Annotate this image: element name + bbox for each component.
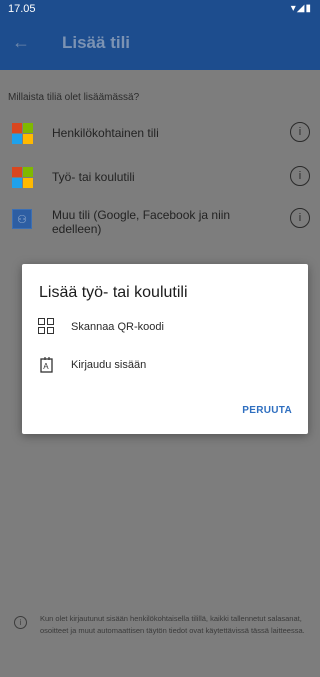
- app-bar: ← Lisää tili: [0, 18, 320, 70]
- dialog-option-label: Skannaa QR-koodi: [71, 321, 164, 333]
- back-arrow-icon[interactable]: ←: [12, 32, 30, 53]
- footer-note-text: Kun olet kirjautunut sisään henkilökohta…: [40, 614, 305, 635]
- page-title: Lisää tili: [62, 33, 131, 52]
- status-bar: 17.05 ▾◢▮: [0, 0, 320, 18]
- dialog-title: Lisää työ- tai koulutili: [39, 284, 188, 301]
- status-icons: ▾◢▮: [290, 3, 312, 14]
- account-type-prompt: Millaista tiliä olet lisäämässä?: [8, 92, 140, 103]
- dialog-option-scan-qr[interactable]: Skannaa QR-koodi: [38, 318, 278, 340]
- info-icon: i: [14, 616, 27, 629]
- dialog-option-label: Kirjaudu sisään: [71, 359, 147, 371]
- footer-info-note: i Kun olet kirjautunut sisään henkilökoh…: [0, 606, 320, 677]
- person-icon: ⚇: [12, 209, 32, 229]
- account-option-label: Muu tili (Google, Facebook ja niin edell…: [52, 208, 231, 236]
- svg-text:A: A: [43, 362, 49, 371]
- add-work-account-dialog: Lisää työ- tai koulutili Skannaa QR-kood…: [22, 264, 308, 434]
- account-option-label: Henkilökohtainen tili: [52, 126, 159, 140]
- qr-code-icon: [38, 318, 56, 336]
- cancel-button[interactable]: PERUUTA: [242, 405, 292, 416]
- status-time: 17.05: [8, 3, 36, 15]
- info-icon[interactable]: i: [290, 208, 310, 228]
- sign-in-icon: A: [38, 356, 56, 374]
- account-option-label: Työ- tai koulutili: [52, 170, 135, 184]
- microsoft-logo-icon: [12, 167, 33, 188]
- account-option-other[interactable]: ⚇ Muu tili (Google, Facebook ja niin ede…: [0, 200, 320, 246]
- microsoft-logo-icon: [12, 123, 33, 144]
- info-icon[interactable]: i: [290, 166, 310, 186]
- account-option-personal[interactable]: Henkilökohtainen tili i: [0, 114, 320, 154]
- dialog-option-sign-in[interactable]: A Kirjaudu sisään: [38, 356, 278, 378]
- info-icon[interactable]: i: [290, 122, 310, 142]
- account-option-work-school[interactable]: Työ- tai koulutili i: [0, 158, 320, 198]
